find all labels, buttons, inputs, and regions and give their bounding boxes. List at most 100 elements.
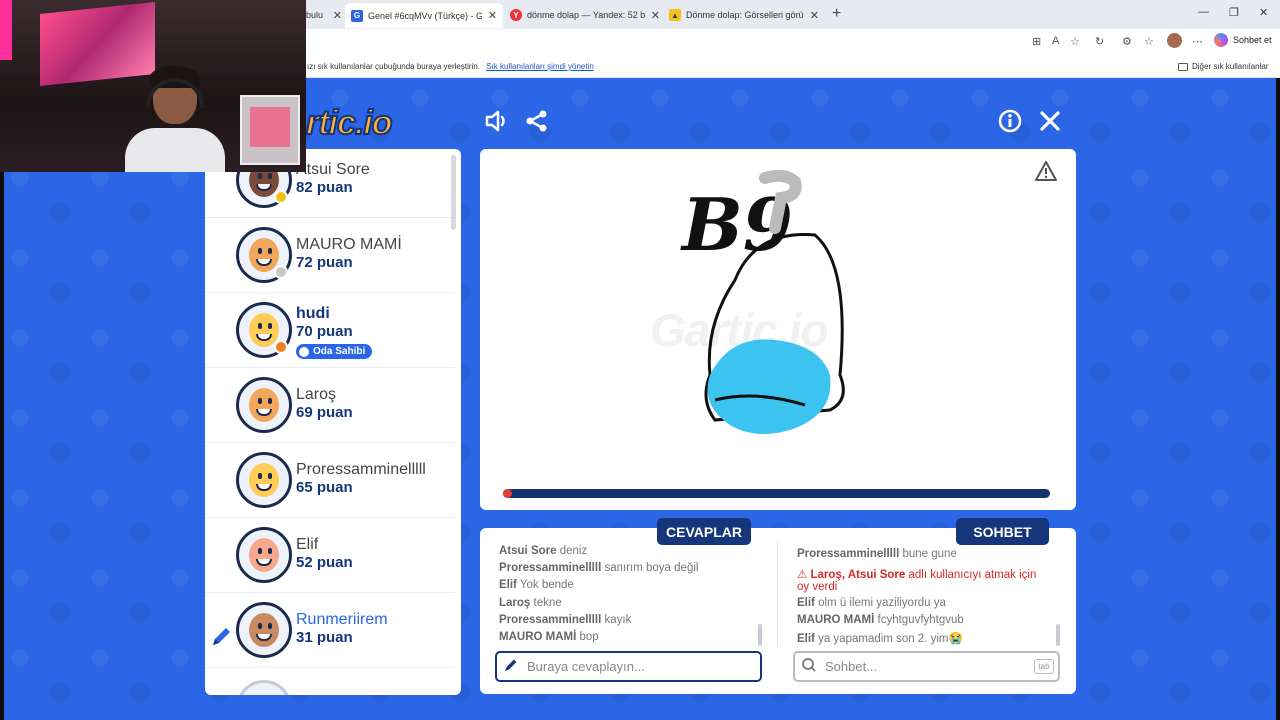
other-favorites[interactable]: Diğer sık kullanılanlar: [1178, 62, 1268, 71]
answer-input[interactable]: Buraya cevaplayın...: [495, 651, 762, 682]
player-list: Atsui Sore 82 puan MAURO MAMİ 72 puan hudi 70…: [205, 149, 461, 695]
room-owner-badge: Oda Sahibi: [296, 344, 373, 359]
player-row[interactable]: hudi 70 puan Oda Sahibi: [205, 293, 455, 368]
webcam-pc-case: [240, 95, 300, 165]
player-name: Proressamminelllll: [296, 461, 426, 478]
player-row[interactable]: MAURO MAMİ 72 puan: [205, 218, 455, 293]
player-row[interactable]: Elif 52 puan: [205, 518, 455, 593]
warning-icon: ⚠: [797, 569, 811, 581]
message-text: olm ü ilemi yaziliyordu ya: [818, 597, 946, 609]
answer-message: Proressamminelllll kayık: [499, 614, 631, 626]
message-user: Proressamminelllll: [499, 614, 602, 626]
player-score: 69 puan: [296, 404, 353, 421]
message-user: Laroş: [499, 597, 531, 609]
manage-favorites-link[interactable]: Sık kullanılanları şimdi yönetin: [486, 62, 594, 71]
answers-scrollbar[interactable]: [758, 624, 762, 646]
player-row[interactable]: Proressamminelllll 65 puan: [205, 443, 455, 518]
message-text: sanırım boya değil: [604, 562, 699, 574]
favorite-star-icon[interactable]: ☆: [1070, 35, 1080, 48]
extensions-icon[interactable]: ⚙: [1122, 35, 1132, 48]
close-game-icon[interactable]: [1037, 108, 1063, 134]
tab-answers[interactable]: CEVAPLAR: [657, 518, 751, 545]
share-icon[interactable]: [524, 108, 550, 134]
minimize-icon[interactable]: —: [1198, 6, 1209, 18]
close-icon[interactable]: ✕: [333, 9, 342, 22]
report-warning-icon[interactable]: [1034, 160, 1058, 187]
info-icon[interactable]: [997, 108, 1023, 134]
other-favorites-label: Diğer sık kullanılanlar: [1192, 62, 1269, 71]
player-row[interactable]: Laroş 69 puan: [205, 368, 455, 443]
player-score: 82 puan: [296, 179, 353, 196]
image-favicon-icon: ▲: [669, 9, 681, 21]
close-icon[interactable]: ✕: [810, 9, 819, 22]
maximize-icon[interactable]: ❐: [1229, 6, 1239, 19]
webcam-lamp: [0, 0, 12, 60]
chat-scrollbar[interactable]: [1056, 624, 1060, 646]
kick-vote-notice: ⚠ Laroş, Atsui Sore adlı kullanıcıyı atm…: [797, 567, 1036, 593]
status-dot: [274, 190, 288, 204]
apps-icon[interactable]: ⊞: [1032, 35, 1041, 48]
drawing-fill-blue: [707, 339, 831, 434]
chat-message: Elif olm ü ilemi yaziliyordu ya: [797, 597, 946, 609]
close-icon[interactable]: ✕: [488, 9, 497, 22]
message-text: ya yapamadim son 2. yim😭: [818, 633, 963, 645]
message-text: adlı kullanıcıyı atmak için: [908, 569, 1037, 581]
player-drawing: B9: [680, 170, 845, 434]
player-avatar: [236, 452, 292, 508]
browser-tab-active[interactable]: G Genel #6cqMVv (Türkçe) - Gartic.io ✕: [345, 3, 503, 28]
refresh-icon[interactable]: ↻: [1095, 35, 1104, 48]
message-text: tekne: [533, 597, 562, 609]
new-tab-icon[interactable]: +: [832, 5, 841, 23]
chat-input[interactable]: Sohbet...: [793, 651, 1060, 682]
message-user: Laroş, Atsui Sore: [810, 569, 906, 581]
player-row[interactable]: Runmeriirem 31 puan: [205, 593, 455, 668]
answer-message: Laroş tekne: [499, 597, 562, 609]
message-user: Proressamminelllll: [797, 548, 900, 560]
sound-icon[interactable]: [484, 108, 510, 134]
player-avatar: [236, 527, 292, 583]
browser-tab[interactable]: bulu ✕: [306, 4, 342, 26]
read-aloud-icon[interactable]: A: [1052, 35, 1059, 47]
frame-edge: [1276, 78, 1280, 720]
player-score: 52 puan: [296, 554, 353, 571]
time-progress-indicator: [503, 489, 512, 498]
player-name: Elif: [296, 536, 319, 553]
status-dot: [274, 265, 288, 279]
chat-message: Elif ya yapamadim son 2. yim😭: [797, 631, 963, 645]
answer-message: Proressamminelllll sanırım boya değil: [499, 562, 698, 574]
more-icon[interactable]: ⋯: [1192, 35, 1203, 48]
player-avatar: [236, 680, 292, 695]
yandex-favicon-icon: Y: [510, 9, 522, 21]
tab-title: bulu: [306, 10, 324, 20]
player-avatar: [236, 602, 292, 658]
gartic-logo: rtic.io: [305, 103, 394, 143]
player-name: hudi: [296, 305, 330, 322]
tab-title: Genel #6cqMVv (Türkçe) - Gartic.io: [368, 10, 482, 21]
player-avatar: [236, 377, 292, 433]
bookmarks-hint: ızı sık kullanılanlar çubuğunda buraya y…: [307, 62, 594, 71]
copilot-label: Sohbet et: [1233, 35, 1272, 45]
answer-message: Elif Yok bende: [499, 579, 574, 591]
time-progress-bar: [503, 489, 1050, 498]
browser-tab[interactable]: Y dönme dolap — Yandex: 52 bin so ✕: [510, 4, 660, 26]
browser-tab[interactable]: ▲ Dönme dolap: Görselleri görüntüle ✕: [669, 4, 819, 26]
gartic-favicon-icon: G: [351, 9, 363, 22]
window-close-icon[interactable]: ✕: [1259, 6, 1268, 19]
player-list-scrollbar[interactable]: [451, 155, 456, 230]
message-user: MAURO MAMİ: [797, 614, 875, 626]
message-text: bop: [579, 631, 599, 643]
profile-avatar[interactable]: [1167, 33, 1182, 48]
message-text: kayık: [604, 614, 632, 626]
close-icon[interactable]: ✕: [651, 9, 660, 22]
frame-edge: [0, 78, 4, 720]
copilot-chat-button[interactable]: Sohbet et: [1214, 33, 1272, 47]
tab-chat[interactable]: SOHBET: [956, 518, 1049, 545]
search-icon: [801, 657, 817, 676]
bookmarks-hint-text: ızı sık kullanılanlar çubuğunda buraya y…: [307, 62, 480, 71]
tab-title: Dönme dolap: Görselleri görüntüle: [686, 10, 804, 20]
message-user: Proressamminelllll: [499, 562, 602, 574]
smile-icon: [299, 346, 309, 357]
message-text: bune gune: [902, 548, 957, 560]
player-name: Runmeriirem: [296, 611, 388, 628]
collections-icon[interactable]: ☆: [1144, 35, 1154, 48]
